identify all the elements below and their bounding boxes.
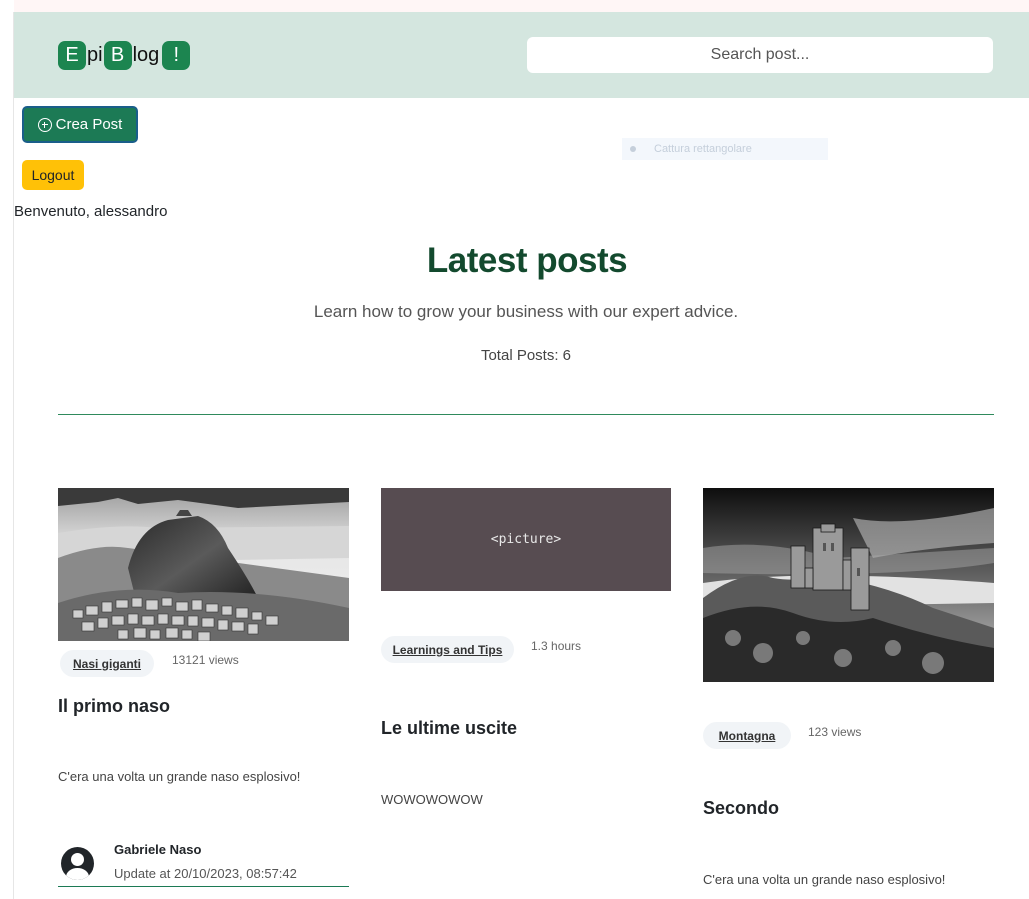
screen-capture-overlay: Cattura rettangolare [622,138,828,160]
post-image-mountain-village[interactable] [58,488,349,641]
post-tag[interactable]: Nasi giganti [60,650,154,677]
post-description: WOWOWOWOW [381,792,483,807]
post-updated-date: Update at 20/10/2023, 08:57:42 [114,866,297,881]
post-author: Gabriele Naso Update at 20/10/2023, 08:5… [58,840,349,887]
post-image-placeholder[interactable]: <picture> [381,488,671,591]
crea-post-button[interactable]: Crea Post [22,106,138,143]
page-subtitle: Learn how to grow your business with our… [313,302,739,321]
post-description: C'era una volta un grande naso esplosivo… [58,769,301,784]
search-input[interactable] [527,37,993,73]
post-description: C'era una volta un grande naso esplosivo… [703,872,946,887]
left-border [13,12,14,899]
post-title[interactable]: Le ultime uscite [381,718,517,739]
post-title[interactable]: Il primo naso [58,696,170,717]
logo-text-log: log [132,44,160,66]
post-tag[interactable]: Learnings and Tips [381,636,514,663]
post-title[interactable]: Secondo [703,798,779,819]
post-views: 123 views [808,725,862,739]
divider [58,414,994,415]
page-title: Latest posts [426,241,628,280]
post-image-castle-ruins[interactable] [703,488,994,682]
capture-label: Cattura rettangolare [654,143,752,155]
logout-button[interactable]: Logout [22,160,84,190]
capture-dot-icon [630,146,636,152]
picture-placeholder-text: <picture> [490,532,562,547]
logo-letter-b: B [103,41,132,70]
crea-post-label: Crea Post [55,116,123,133]
post-tag[interactable]: Montagna [703,722,791,749]
post-views: 13121 views [172,653,239,667]
top-strip [14,0,1029,12]
plus-circle-icon [37,117,52,132]
avatar [61,847,94,880]
post-reading-time: 1.3 hours [531,639,582,653]
logo-text-pi: pi [87,44,103,66]
author-name: Gabriele Naso [114,842,202,857]
navbar: E pi B log ! [14,12,1029,98]
total-posts: Total Posts: 6 [480,347,572,364]
logo[interactable]: E pi B log ! [58,41,191,70]
logo-exclamation: ! [162,41,191,70]
logo-letter-e: E [58,41,86,70]
welcome-text: Benvenuto, alessandro [14,203,168,220]
